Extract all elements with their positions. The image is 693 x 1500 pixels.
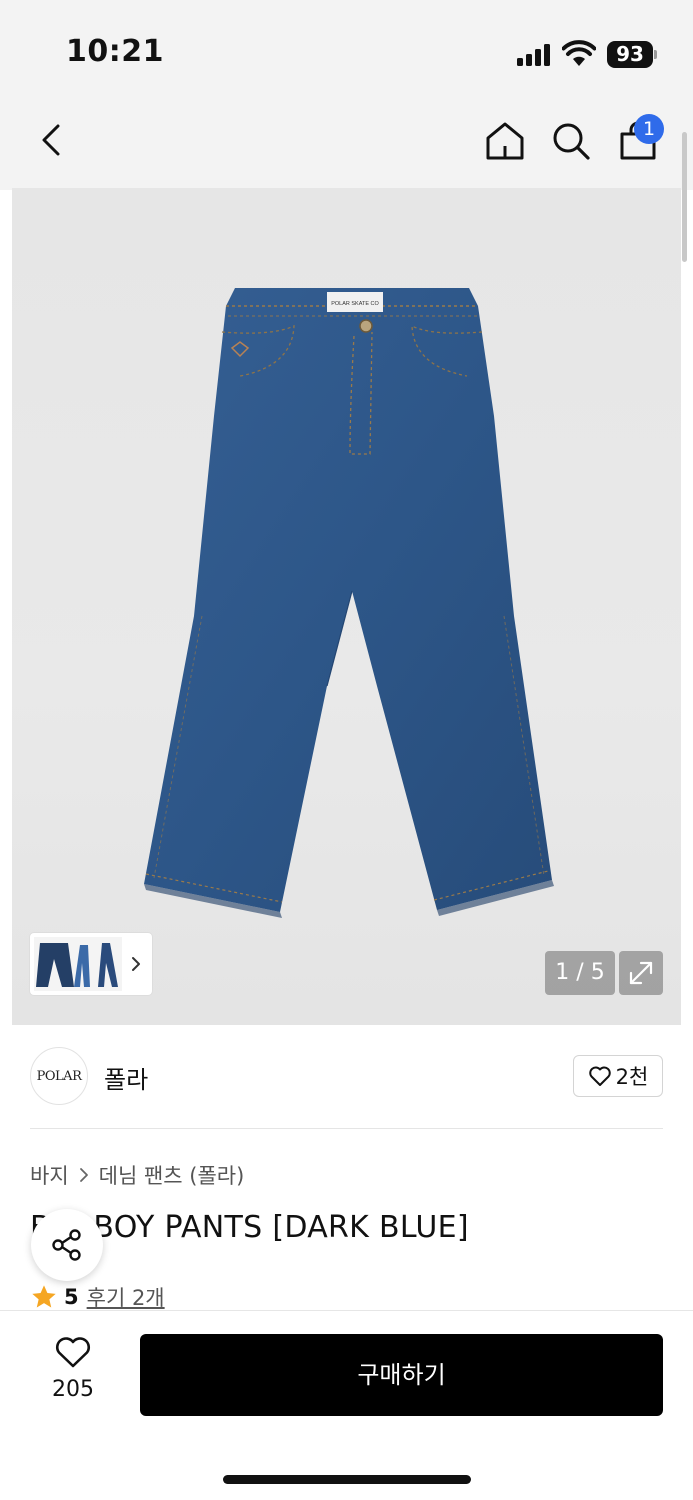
breadcrumb-subcategory[interactable]: 데님 팬츠 (폴라)	[99, 1160, 245, 1190]
top-navigation: 1	[0, 100, 693, 186]
heart-outline-icon	[588, 1066, 611, 1086]
buy-button[interactable]: 구매하기	[140, 1334, 663, 1416]
product-photo-jeans: POLAR SKATE CO	[144, 288, 554, 918]
product-image-gallery[interactable]: POLAR SKATE CO 1 / 5	[12, 188, 681, 1025]
status-time: 10:21	[66, 34, 164, 69]
breadcrumb-category[interactable]: 바지	[30, 1160, 69, 1190]
divider	[30, 1128, 663, 1129]
image-counter: 1 / 5	[545, 951, 615, 995]
bottom-action-bar: 205 구매하기	[0, 1310, 693, 1500]
battery-level: 93	[607, 41, 653, 68]
share-button[interactable]	[31, 1209, 103, 1281]
brand-like-button[interactable]: 2천	[573, 1055, 663, 1097]
search-icon[interactable]	[550, 120, 592, 162]
chevron-right-icon	[79, 1168, 88, 1182]
brand-logo[interactable]: POLAR	[30, 1047, 88, 1105]
svg-text:POLAR SKATE CO: POLAR SKATE CO	[331, 301, 379, 307]
home-icon[interactable]	[484, 120, 526, 162]
cart-count-badge: 1	[634, 114, 664, 144]
wifi-icon	[562, 40, 596, 66]
expand-button[interactable]	[619, 951, 663, 995]
scrollbar[interactable]	[682, 132, 687, 262]
heart-outline-icon	[56, 1337, 90, 1368]
reviews-link[interactable]: 후기 2개	[87, 1282, 165, 1312]
chevron-right-icon	[132, 957, 140, 971]
thumbnail-strip-button[interactable]	[30, 933, 152, 995]
product-rating: 5 후기 2개	[30, 1282, 165, 1312]
cellular-signal-icon	[517, 44, 550, 66]
battery-icon: 93	[607, 41, 657, 68]
thumbnail-images	[34, 937, 122, 991]
brand-like-count: 2천	[615, 1065, 649, 1089]
product-detail-page: 10:21 93 1 POLAR SKATE CO 1 / 5 POLAR 폴라…	[0, 0, 693, 1500]
breadcrumb: 바지 데님 팬츠 (폴라)	[30, 1160, 244, 1190]
top-area: 10:21 93 1	[0, 0, 693, 190]
status-bar: 10:21 93	[0, 0, 693, 100]
back-arrow-icon[interactable]	[36, 120, 70, 160]
expand-icon	[629, 961, 653, 985]
brand-row: POLAR 폴라 2천	[30, 1046, 663, 1110]
share-icon	[52, 1229, 81, 1261]
wishlist-count: 205	[52, 1377, 94, 1402]
home-indicator[interactable]	[223, 1475, 471, 1484]
star-icon	[32, 1285, 56, 1308]
wishlist-button[interactable]: 205	[30, 1335, 116, 1411]
brand-name[interactable]: 폴라	[104, 1060, 148, 1095]
rating-score: 5	[64, 1285, 79, 1309]
